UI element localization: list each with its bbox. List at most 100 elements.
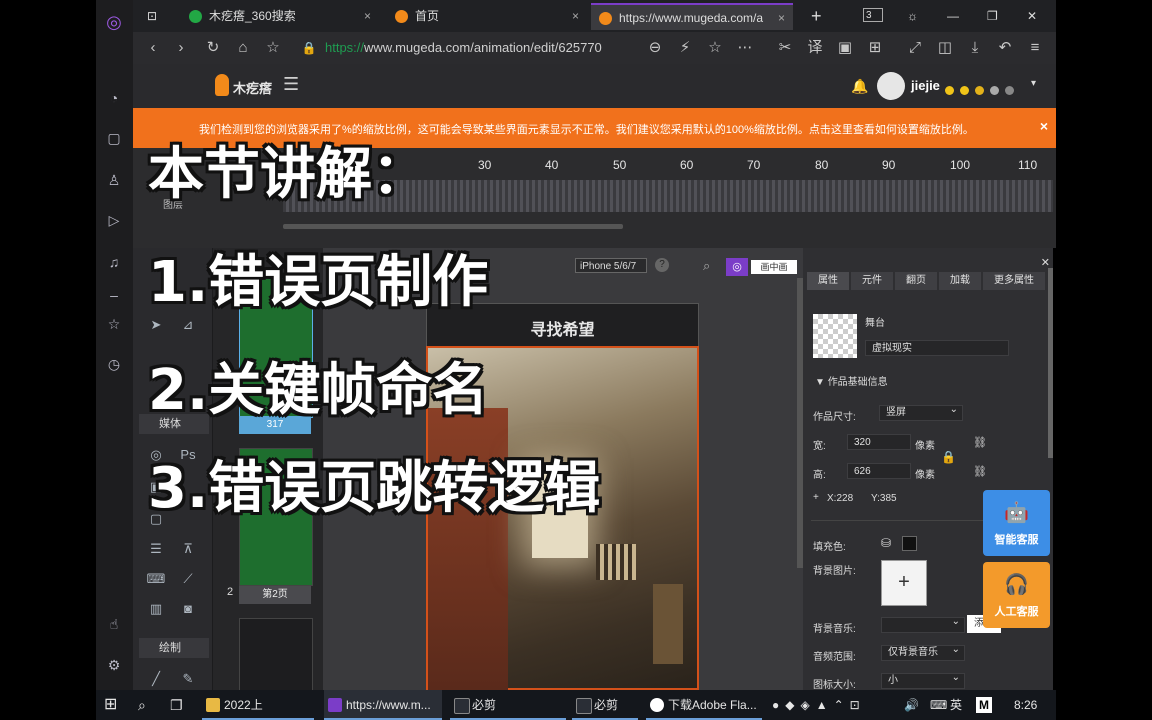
taskbar-folder[interactable]: 2022上: [202, 690, 314, 720]
windows-start-icon[interactable]: ⊞: [104, 690, 124, 720]
link-icon[interactable]: ⛓: [973, 436, 987, 449]
download-icon[interactable]: ⤓: [965, 38, 985, 58]
taskbar-browser[interactable]: https://www.m...: [324, 690, 442, 720]
pip-button[interactable]: 画中画: [751, 260, 797, 274]
lock-ratio-icon[interactable]: 🔒: [941, 450, 956, 464]
skin-icon[interactable]: ☼: [905, 3, 929, 30]
transform-icon[interactable]: ⊿: [177, 316, 199, 334]
code-icon[interactable]: ⌨: [145, 570, 167, 588]
browser-logo-icon[interactable]: ◎: [104, 12, 124, 32]
human-service-button[interactable]: 🎧 人工客服: [983, 562, 1050, 628]
menu-icon[interactable]: ≡: [1025, 38, 1045, 58]
language-indicator[interactable]: 英: [950, 690, 966, 720]
tab-search[interactable]: 木疙瘩_360搜索 ×: [181, 3, 379, 30]
size-select[interactable]: 竖屏: [879, 403, 963, 421]
bookmark-add-icon[interactable]: ☆: [263, 38, 283, 58]
tab-more-props[interactable]: 更多属性: [983, 272, 1045, 290]
timeline-scrollbar[interactable]: [283, 224, 623, 229]
avatar[interactable]: [877, 72, 905, 100]
minimize-icon[interactable]: —: [945, 3, 969, 30]
music-icon[interactable]: ♫: [104, 252, 124, 272]
extension-icon[interactable]: ☝: [104, 614, 124, 634]
zoom-icon[interactable]: ⊖: [645, 38, 665, 58]
task-view-icon[interactable]: ❐: [170, 690, 190, 720]
screenshot-icon[interactable]: ✂: [775, 38, 795, 58]
tab-home[interactable]: 首页 ×: [387, 3, 587, 30]
film-icon[interactable]: ▥: [145, 600, 167, 618]
user-menu-chevron-icon[interactable]: ▾: [1031, 78, 1036, 89]
page-label[interactable]: 第2页: [239, 586, 311, 604]
icon-size-select[interactable]: 小: [881, 671, 965, 689]
reload-icon[interactable]: ↻: [203, 38, 223, 58]
text-icon[interactable]: ☰: [145, 540, 167, 558]
fullscreen-icon[interactable]: ⤢: [905, 38, 925, 58]
height-input[interactable]: 626: [847, 463, 911, 479]
banner-close-icon[interactable]: ×: [1040, 118, 1048, 134]
forward-icon[interactable]: ›: [171, 38, 191, 58]
undo-icon[interactable]: ↶: [995, 38, 1015, 58]
new-tab-button[interactable]: +: [805, 3, 835, 30]
taskbar-app2[interactable]: 必剪: [572, 690, 638, 720]
tab-count[interactable]: 3: [863, 8, 883, 22]
speed-icon[interactable]: ◔: [104, 88, 124, 108]
url-field[interactable]: https://www.mugeda.com/animation/edit/62…: [325, 40, 602, 55]
collection-icon[interactable]: ▢: [104, 128, 124, 148]
m-icon[interactable]: M: [976, 697, 992, 713]
audio-range-select[interactable]: 仅背景音乐: [881, 643, 965, 661]
draw-section-header[interactable]: 绘制: [139, 638, 209, 658]
ime-icon[interactable]: ⌨: [930, 690, 947, 720]
back-icon[interactable]: ‹: [143, 38, 163, 58]
system-tray[interactable]: ●◆◈▲⌃⊡: [772, 690, 898, 720]
close-icon[interactable]: ×: [572, 3, 579, 30]
help-icon[interactable]: ?: [655, 258, 669, 272]
bg-music-select[interactable]: [881, 615, 965, 633]
device-select[interactable]: iPhone 5/6/7: [575, 258, 647, 273]
taskbar-app1[interactable]: 必剪: [450, 690, 566, 720]
line-icon[interactable]: ╱: [145, 670, 167, 688]
chart-icon[interactable]: ⟋: [177, 570, 199, 588]
star-icon[interactable]: ☆: [104, 314, 124, 334]
game-icon[interactable]: ⊡: [133, 3, 177, 30]
camera-icon[interactable]: ◙: [177, 600, 199, 618]
banner-text[interactable]: 我们检测到您的浏览器采用了%的缩放比例，这可能会导致某些界面元素显示不正常。我们…: [199, 121, 1039, 137]
sidebar-toggle-icon[interactable]: ◫: [935, 38, 955, 58]
translate-icon[interactable]: 译: [805, 38, 825, 58]
select-arrow-icon[interactable]: ➤: [145, 316, 167, 334]
mugeda-mini-icon[interactable]: ◎: [726, 258, 748, 276]
apps-icon[interactable]: ⊞: [865, 38, 885, 58]
page-thumbnail[interactable]: [239, 618, 313, 692]
user-icon[interactable]: ♙: [104, 170, 124, 190]
stage-title[interactable]: 寻找希望: [427, 316, 698, 340]
pen-icon[interactable]: ✎: [177, 670, 199, 688]
close-icon[interactable]: ×: [778, 5, 785, 32]
window-close-icon[interactable]: ✕: [1025, 3, 1049, 30]
home-icon[interactable]: ⌂: [233, 38, 253, 58]
hamburger-icon[interactable]: ☰: [283, 74, 299, 95]
restore-icon[interactable]: ❐: [985, 3, 1009, 30]
history-icon[interactable]: ◷: [104, 354, 124, 374]
tab-properties[interactable]: 属性: [807, 272, 849, 290]
presentation-icon[interactable]: ⊼: [177, 540, 199, 558]
section-header[interactable]: ▼ 作品基础信息: [815, 373, 888, 388]
favorite-icon[interactable]: ☆: [705, 38, 725, 58]
tab-mugeda[interactable]: https://www.mugeda.com/a ×: [591, 3, 793, 30]
zoom-search-icon[interactable]: ⌕: [703, 258, 710, 274]
tab-symbols[interactable]: 元件: [851, 272, 893, 290]
link-icon[interactable]: ⛓: [973, 465, 987, 478]
video-icon[interactable]: ▷: [104, 210, 124, 230]
width-input[interactable]: 320: [847, 434, 911, 450]
lightning-icon[interactable]: ⚡: [675, 38, 695, 58]
volume-icon[interactable]: 🔊: [904, 690, 920, 720]
notification-icon[interactable]: 🔔: [851, 78, 868, 95]
search-icon[interactable]: ⌕: [138, 690, 158, 720]
reader-icon[interactable]: ▣: [835, 38, 855, 58]
fill-color-swatch[interactable]: [902, 536, 917, 551]
tab-pageturn[interactable]: 翻页: [895, 272, 937, 290]
paint-bucket-icon[interactable]: ⛁: [881, 536, 891, 550]
settings-icon[interactable]: ⚙: [104, 655, 124, 675]
close-icon[interactable]: ×: [364, 3, 371, 30]
logo-text[interactable]: 木疙瘩: [233, 78, 272, 97]
taskbar-app3[interactable]: 下载Adobe Fla...: [646, 690, 762, 720]
bg-image-add-button[interactable]: +: [881, 560, 927, 606]
panel-scrollbar[interactable]: [1048, 268, 1053, 458]
